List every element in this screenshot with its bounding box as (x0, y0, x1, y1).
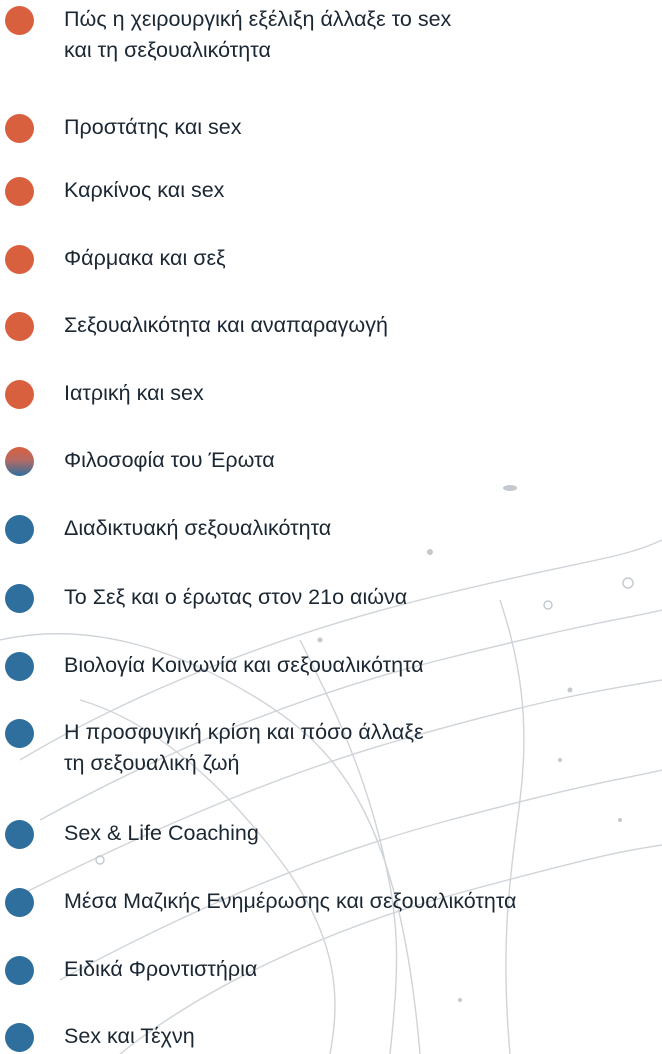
topic-label: Προστάτης και sex (64, 115, 242, 139)
bullet-dot-icon (5, 1023, 34, 1052)
topic-label: Sex και Τέχνη (64, 1024, 195, 1048)
bullet-dot-icon (5, 114, 34, 143)
topic-label: Sex & Life Coaching (64, 821, 259, 845)
bullet-dot-icon (5, 652, 34, 681)
topic-label: Μέσα Μαζικής Ενημέρωσης και σεξουαλικότη… (64, 889, 517, 913)
bullet-dot-icon (5, 447, 34, 476)
topic-label: Καρκίνος και sex (64, 178, 225, 202)
topic-label: Ιατρική και sex (64, 381, 204, 405)
topic-label: Η προσφυγική κρίση και πόσο άλλαξε τη σε… (64, 720, 424, 775)
bullet-dot-icon (5, 245, 34, 274)
topic-label: Φάρμακα και σεξ (64, 246, 226, 270)
topic-label: Διαδικτυακή σεξουαλικότητα (64, 516, 332, 540)
topic-label: Πώς η χειρουργική εξέλιξη άλλαξε το sex … (64, 7, 452, 62)
bullet-dot-icon (5, 6, 34, 35)
bullet-dot-icon (5, 380, 34, 409)
bullet-dot-icon (5, 177, 34, 206)
topic-label: Το Σεξ και ο έρωτας στον 21ο αιώνα (64, 585, 408, 609)
bullet-dot-icon (5, 584, 34, 613)
topic-label: Ειδικά Φροντιστήρια (64, 957, 258, 981)
topic-label: Σεξουαλικότητα και αναπαραγωγή (64, 313, 388, 337)
bullet-dot-icon (5, 888, 34, 917)
bullet-dot-icon (5, 820, 34, 849)
topic-label: Βιολογία Κοινωνία και σεξουαλικότητα (64, 653, 424, 677)
bullet-dot-icon (5, 515, 34, 544)
bullet-dot-icon (5, 956, 34, 985)
bullet-dot-icon (5, 719, 34, 748)
topic-label: Φιλοσοφία του Έρωτα (64, 448, 275, 472)
bullet-dot-icon (5, 312, 34, 341)
